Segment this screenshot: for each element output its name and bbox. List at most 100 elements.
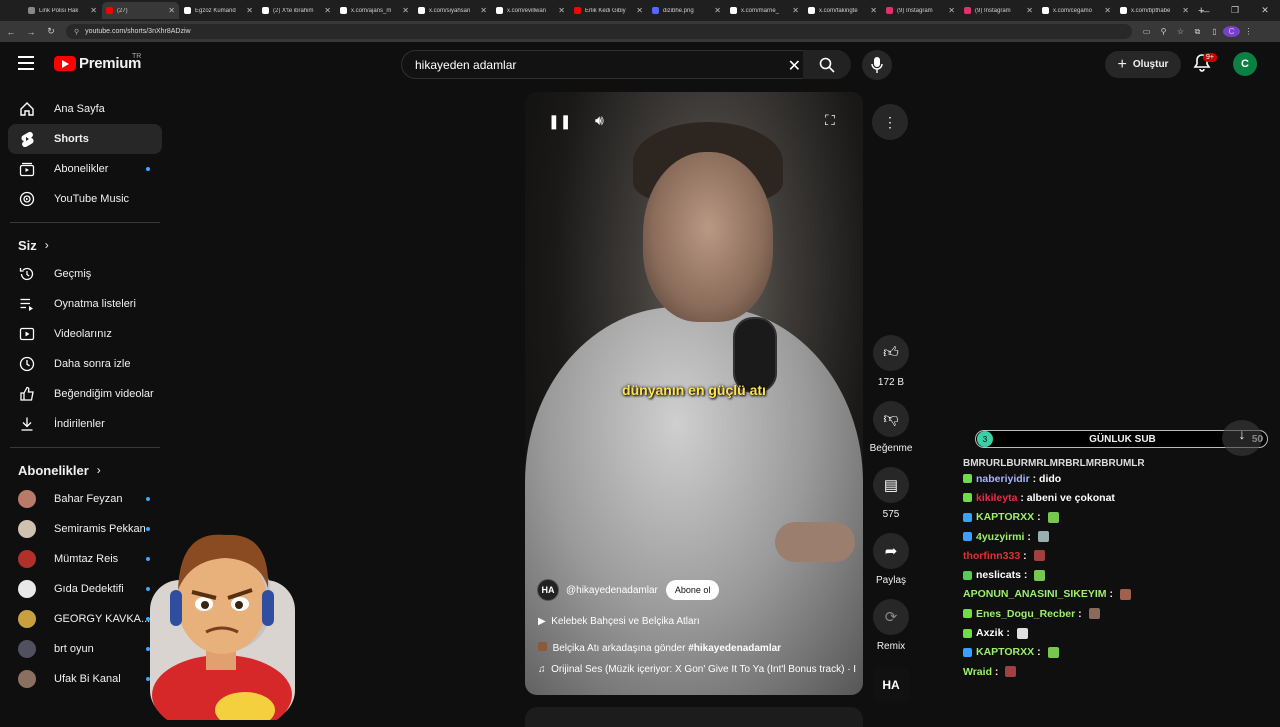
search-button[interactable] [803, 50, 851, 79]
tab-close-icon[interactable]: ✕ [1026, 6, 1033, 15]
tab-close-icon[interactable]: ✕ [246, 6, 253, 15]
sidebar-item[interactable]: Daha sonra izle [8, 349, 162, 379]
hashtag-link[interactable]: #hikayedenadamlar [688, 643, 781, 654]
remix-button[interactable]: ⟳ [873, 599, 909, 635]
browser-tab[interactable]: x.com/evillwan ✕ [492, 2, 569, 19]
sidebar-item[interactable]: Oynatma listeleri [8, 289, 162, 319]
account-avatar[interactable]: C [1233, 52, 1257, 76]
sidebar-item[interactable]: Semiramis Pekkan [8, 514, 162, 544]
zoom-icon[interactable]: ⚲ [1155, 27, 1172, 36]
channel-avatar[interactable]: HA [537, 579, 559, 601]
browser-tab[interactable]: dizibhe.png ✕ [648, 2, 725, 19]
close-window-icon[interactable]: ✕ [1250, 5, 1280, 16]
sidebar-item[interactable]: GEORGY KAVKA... [8, 604, 162, 634]
next-short-preview[interactable] [525, 707, 863, 727]
audio-link[interactable]: ♫ Orijinal Ses (Müzik içeriyor: X Gon' G… [538, 664, 856, 675]
url-input[interactable]: ⚲ youtube.com/shorts/3nXhr8ADziw [66, 24, 1132, 39]
forward-icon[interactable]: → [22, 27, 40, 37]
sidebar-item[interactable]: Bahar Feyzan [8, 484, 162, 514]
maximize-icon[interactable]: ❐ [1220, 5, 1250, 16]
sidebar-item[interactable]: Shorts [8, 124, 162, 154]
create-button[interactable]: + Oluştur [1105, 51, 1181, 78]
tab-favicon-icon [964, 7, 971, 14]
bookmark-star-icon[interactable]: ☆ [1172, 27, 1189, 36]
playlist-link[interactable]: ▶ Kelebek Bahçesi ve Belçika Atları [538, 616, 700, 627]
browser-tab[interactable]: x.com/siyahsan ✕ [414, 2, 491, 19]
pause-icon[interactable]: ❚❚ [548, 113, 571, 130]
sidepanel-icon[interactable]: ▯ [1206, 27, 1223, 36]
like-button[interactable]: 👍︎ [873, 335, 909, 371]
more-options-button[interactable]: ⋮ [872, 104, 908, 140]
liked-icon [18, 385, 36, 403]
browser-tab[interactable]: x.com/marrie_ ✕ [726, 2, 803, 19]
tab-close-icon[interactable]: ✕ [558, 6, 565, 15]
tab-close-icon[interactable]: ✕ [324, 6, 331, 15]
tab-close-icon[interactable]: ✕ [90, 6, 97, 15]
minimize-icon[interactable]: — [1190, 6, 1220, 16]
shorts-video-player[interactable]: ❚❚ 🔊︎ ⛶ dünyanın en güçlü atı HA @hikaye… [525, 92, 863, 695]
volume-icon[interactable]: 🔊︎ [595, 112, 604, 129]
tab-close-icon[interactable]: ✕ [1182, 6, 1189, 15]
sidebar-item[interactable]: Gıda Dedektifi [8, 574, 162, 604]
fullscreen-icon[interactable]: ⛶ [825, 112, 835, 129]
browser-tab[interactable]: (9) Instagram ✕ [960, 2, 1037, 19]
browser-tab[interactable]: x.com/bpthabe ✕ [1116, 2, 1193, 19]
voice-search-button[interactable] [862, 50, 892, 80]
back-icon[interactable]: ← [2, 27, 20, 37]
browser-tab[interactable]: x.com/cegamo ✕ [1038, 2, 1115, 19]
dislike-button[interactable]: 👎︎ [873, 401, 909, 437]
clear-search-icon[interactable]: ✕ [788, 56, 801, 76]
sidebar-item[interactable]: Beğendiğim videolar [8, 379, 162, 409]
sidebar-item-label: Beğendiğim videolar [54, 388, 154, 400]
sidebar-item[interactable]: YouTube Music [8, 184, 162, 214]
reload-icon[interactable]: ↻ [42, 26, 60, 37]
browser-tab[interactable]: x.com/fakingte ✕ [804, 2, 881, 19]
browser-tab[interactable]: x.com/ajans_m ✕ [336, 2, 413, 19]
audio-source-thumb[interactable]: HA [873, 667, 909, 703]
tab-close-icon[interactable]: ✕ [792, 6, 799, 15]
scroll-down-button[interactable]: ↓ [1222, 420, 1262, 456]
browser-tab[interactable]: (27) ✕ [102, 2, 179, 19]
sidebar-item[interactable]: brt oyun [8, 634, 162, 664]
sidebar-heading-subscriptions[interactable]: Abonelikler › [0, 456, 170, 484]
tab-close-icon[interactable]: ✕ [402, 6, 409, 15]
chat-message: thorfinn333 : [963, 546, 1263, 565]
profile-icon[interactable]: C [1223, 26, 1240, 37]
chat-emote-icon [1047, 646, 1059, 658]
browser-tab[interactable]: (2) X'te ibrahim ✕ [258, 2, 335, 19]
sub-goal-title: GÜNLUK SUB [1089, 433, 1156, 445]
share-button[interactable]: ➦ [873, 533, 909, 569]
sidebar-item[interactable]: Ufak Bi Kanal [8, 664, 162, 694]
tab-close-icon[interactable]: ✕ [480, 6, 487, 15]
tab-close-icon[interactable]: ✕ [870, 6, 877, 15]
youtube-premium-logo[interactable]: Premium [54, 55, 141, 72]
browser-menu-icon[interactable]: ⋮ [1240, 27, 1257, 36]
sidebar-item[interactable]: Geçmiş [8, 259, 162, 289]
browser-tab[interactable]: Egzoz Kumand ✕ [180, 2, 257, 19]
menu-icon[interactable] [18, 56, 34, 70]
tab-close-icon[interactable]: ✕ [714, 6, 721, 15]
sidebar-item[interactable]: İndirilenler [8, 409, 162, 439]
site-info-icon[interactable]: ⚲ [74, 28, 79, 36]
browser-tab[interactable]: Erlik Kedi Gibiy ✕ [570, 2, 647, 19]
sidebar-item[interactable]: Ana Sayfa [8, 94, 162, 124]
chat-message: KAPTORXX : [963, 508, 1263, 527]
tab-close-icon[interactable]: ✕ [636, 6, 643, 15]
tab-close-icon[interactable]: ✕ [948, 6, 955, 15]
sidebar-item[interactable]: Videolarınız [8, 319, 162, 349]
cast-icon[interactable]: ▭ [1138, 27, 1155, 36]
search-input[interactable]: hikayeden adamlar ✕ [401, 50, 811, 79]
sidebar-item[interactable]: Mümtaz Reis [8, 544, 162, 574]
channel-name[interactable]: @hikayedenadamlar [566, 585, 658, 596]
music-icon [18, 190, 36, 208]
subscribe-button[interactable]: Abone ol [665, 580, 720, 600]
remix-action: ⟳ Remix [873, 599, 909, 652]
comments-button[interactable]: ▤ [873, 467, 909, 503]
sidebar-item[interactable]: Abonelikler [8, 154, 162, 184]
browser-tab[interactable]: Link Polisi Hak ✕ [24, 2, 101, 19]
extensions-icon[interactable]: ⧉ [1189, 27, 1206, 37]
tab-close-icon[interactable]: ✕ [1104, 6, 1111, 15]
sidebar-heading-you[interactable]: Siz › [0, 231, 170, 259]
tab-close-icon[interactable]: ✕ [168, 6, 175, 15]
browser-tab[interactable]: (9) Instagram ✕ [882, 2, 959, 19]
